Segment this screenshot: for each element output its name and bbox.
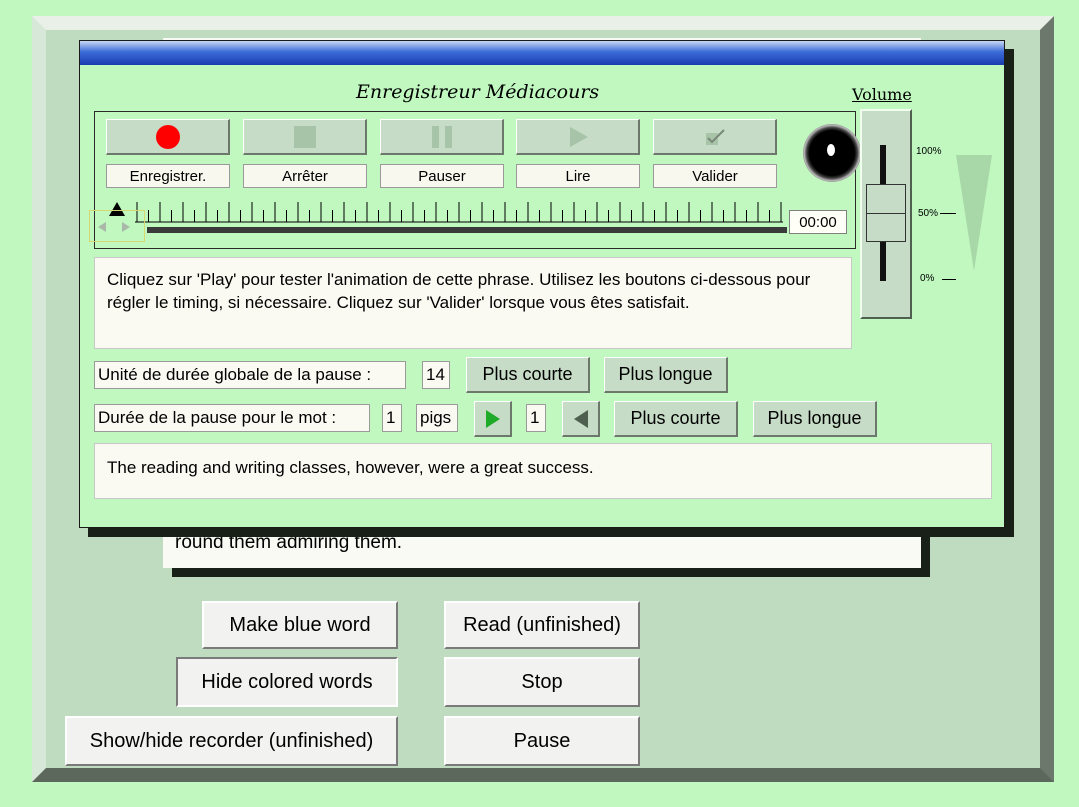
global-pause-value[interactable]: 14 xyxy=(422,361,450,389)
story-text-line: round them admiring them. xyxy=(175,532,403,553)
stop-button[interactable]: Stop xyxy=(444,657,640,707)
recorder-titlebar[interactable] xyxy=(80,41,1004,65)
word-shorter-button[interactable]: Plus courte xyxy=(614,401,738,437)
word-pause-value[interactable]: 1 xyxy=(382,404,402,432)
pause-transport-button[interactable] xyxy=(380,119,504,155)
global-pause-label: Unité de durée globale de la pause : xyxy=(94,361,406,389)
record-button[interactable] xyxy=(106,119,230,155)
nav-left-icon[interactable] xyxy=(96,221,108,233)
global-shorter-button[interactable]: Plus courte xyxy=(466,357,590,393)
pause-icon xyxy=(431,125,452,148)
nav-right-icon[interactable] xyxy=(120,221,132,233)
word-pause-label: Durée de la pause pour le mot : xyxy=(94,404,370,432)
pause-button[interactable]: Pause xyxy=(444,716,640,766)
read-button[interactable]: Read (unfinished) xyxy=(444,601,640,649)
record-icon xyxy=(155,124,180,149)
stop-icon xyxy=(293,125,316,148)
pause-label: Pauser xyxy=(380,164,504,188)
volume-100-label: 100% xyxy=(916,146,942,157)
recorder-title: Enregistreur Médiacours xyxy=(356,81,600,103)
next-word-button[interactable] xyxy=(474,401,512,437)
volume-0-label: 0% xyxy=(920,273,935,284)
volume-slider-thumb[interactable] xyxy=(866,184,906,242)
record-label: Enregistrer. xyxy=(106,164,230,188)
stop-transport-button[interactable] xyxy=(243,119,367,155)
stop-label: Arrêter xyxy=(243,164,367,188)
instructions-box: Cliquez sur 'Play' pour tester l'animati… xyxy=(94,257,852,349)
current-word: pigs xyxy=(416,404,458,432)
make-blue-word-button[interactable]: Make blue word xyxy=(202,601,398,649)
hide-colored-words-button[interactable]: Hide colored words xyxy=(176,657,398,707)
timeline-track[interactable] xyxy=(147,227,787,233)
word-longer-button[interactable]: Plus longue xyxy=(753,401,877,437)
timeline-nav xyxy=(89,210,145,242)
volume-0-tick xyxy=(942,279,956,280)
sentence-box: The reading and writing classes, however… xyxy=(94,443,992,499)
volume-wedge-icon xyxy=(956,155,992,271)
time-display: 00:00 xyxy=(789,210,847,234)
validate-transport-button[interactable] xyxy=(653,119,777,155)
timeline-ruler xyxy=(135,202,783,223)
recorder-dialog: Enregistreur Médiacours Volume Enregistr… xyxy=(79,40,1005,528)
checkmark-icon xyxy=(705,128,725,145)
volume-50-label: 50% xyxy=(918,208,939,219)
play-transport-button[interactable] xyxy=(516,119,640,155)
global-longer-button[interactable]: Plus longue xyxy=(604,357,728,393)
validate-label: Valider xyxy=(653,164,777,188)
volume-50-tick xyxy=(940,213,956,214)
word-index-value[interactable]: 1 xyxy=(526,404,546,432)
volume-slider-panel xyxy=(860,109,912,319)
play-label: Lire xyxy=(516,164,640,188)
transport-panel: Enregistrer. Arrêter Pauser Lire Valider… xyxy=(89,111,861,249)
back-arrow-icon xyxy=(573,409,588,428)
play-icon xyxy=(569,126,588,147)
volume-title: Volume xyxy=(852,85,912,104)
play-green-icon xyxy=(485,409,500,428)
level-meter-knob xyxy=(803,124,861,182)
previous-word-button[interactable] xyxy=(562,401,600,437)
show-hide-recorder-button[interactable]: Show/hide recorder (unfinished) xyxy=(65,716,398,766)
